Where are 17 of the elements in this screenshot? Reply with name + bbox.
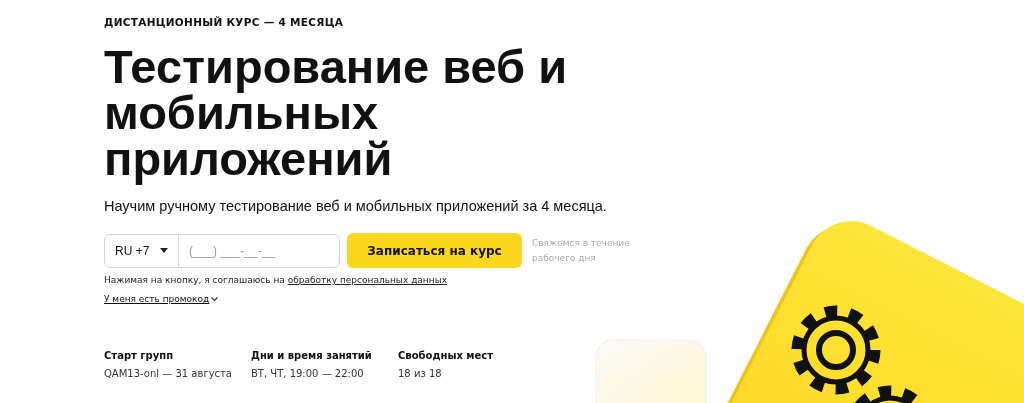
course-label: ДИСТАНЦИОННЫЙ КУРС — 4 МЕСЯЦА bbox=[104, 16, 344, 28]
info-label: Старт групп bbox=[104, 350, 174, 361]
promo-code-link[interactable]: У меня есть промокод bbox=[104, 294, 219, 304]
info-value: QAM13-onl — 31 августа bbox=[104, 368, 232, 379]
consent-text: Нажимая на кнопку, я соглашаюсь на обработку персональных данных bbox=[104, 275, 448, 285]
caret-icon bbox=[160, 248, 168, 253]
phone-field[interactable]: RU +7 (___) ___-__-__ bbox=[104, 233, 340, 268]
info-value: 18 из 18 bbox=[398, 368, 442, 379]
privacy-link[interactable]: обработку персональных данных bbox=[287, 275, 448, 285]
callback-note: Свяжемся в течение рабочего дня bbox=[532, 236, 631, 265]
country-dropdown[interactable]: RU +7 bbox=[105, 234, 179, 267]
chevron-icon bbox=[211, 296, 219, 302]
info-value: ВТ, ЧТ, 19:00 — 22:00 bbox=[251, 368, 364, 379]
subtitle: Научим ручному тестирование веб и мобильных приложений за 4 месяца. bbox=[104, 198, 607, 214]
signup-button[interactable]: Записаться на курс bbox=[347, 233, 522, 268]
info-label: Дни и время занятий bbox=[251, 350, 372, 361]
info-label: Свободных мест bbox=[398, 350, 494, 361]
